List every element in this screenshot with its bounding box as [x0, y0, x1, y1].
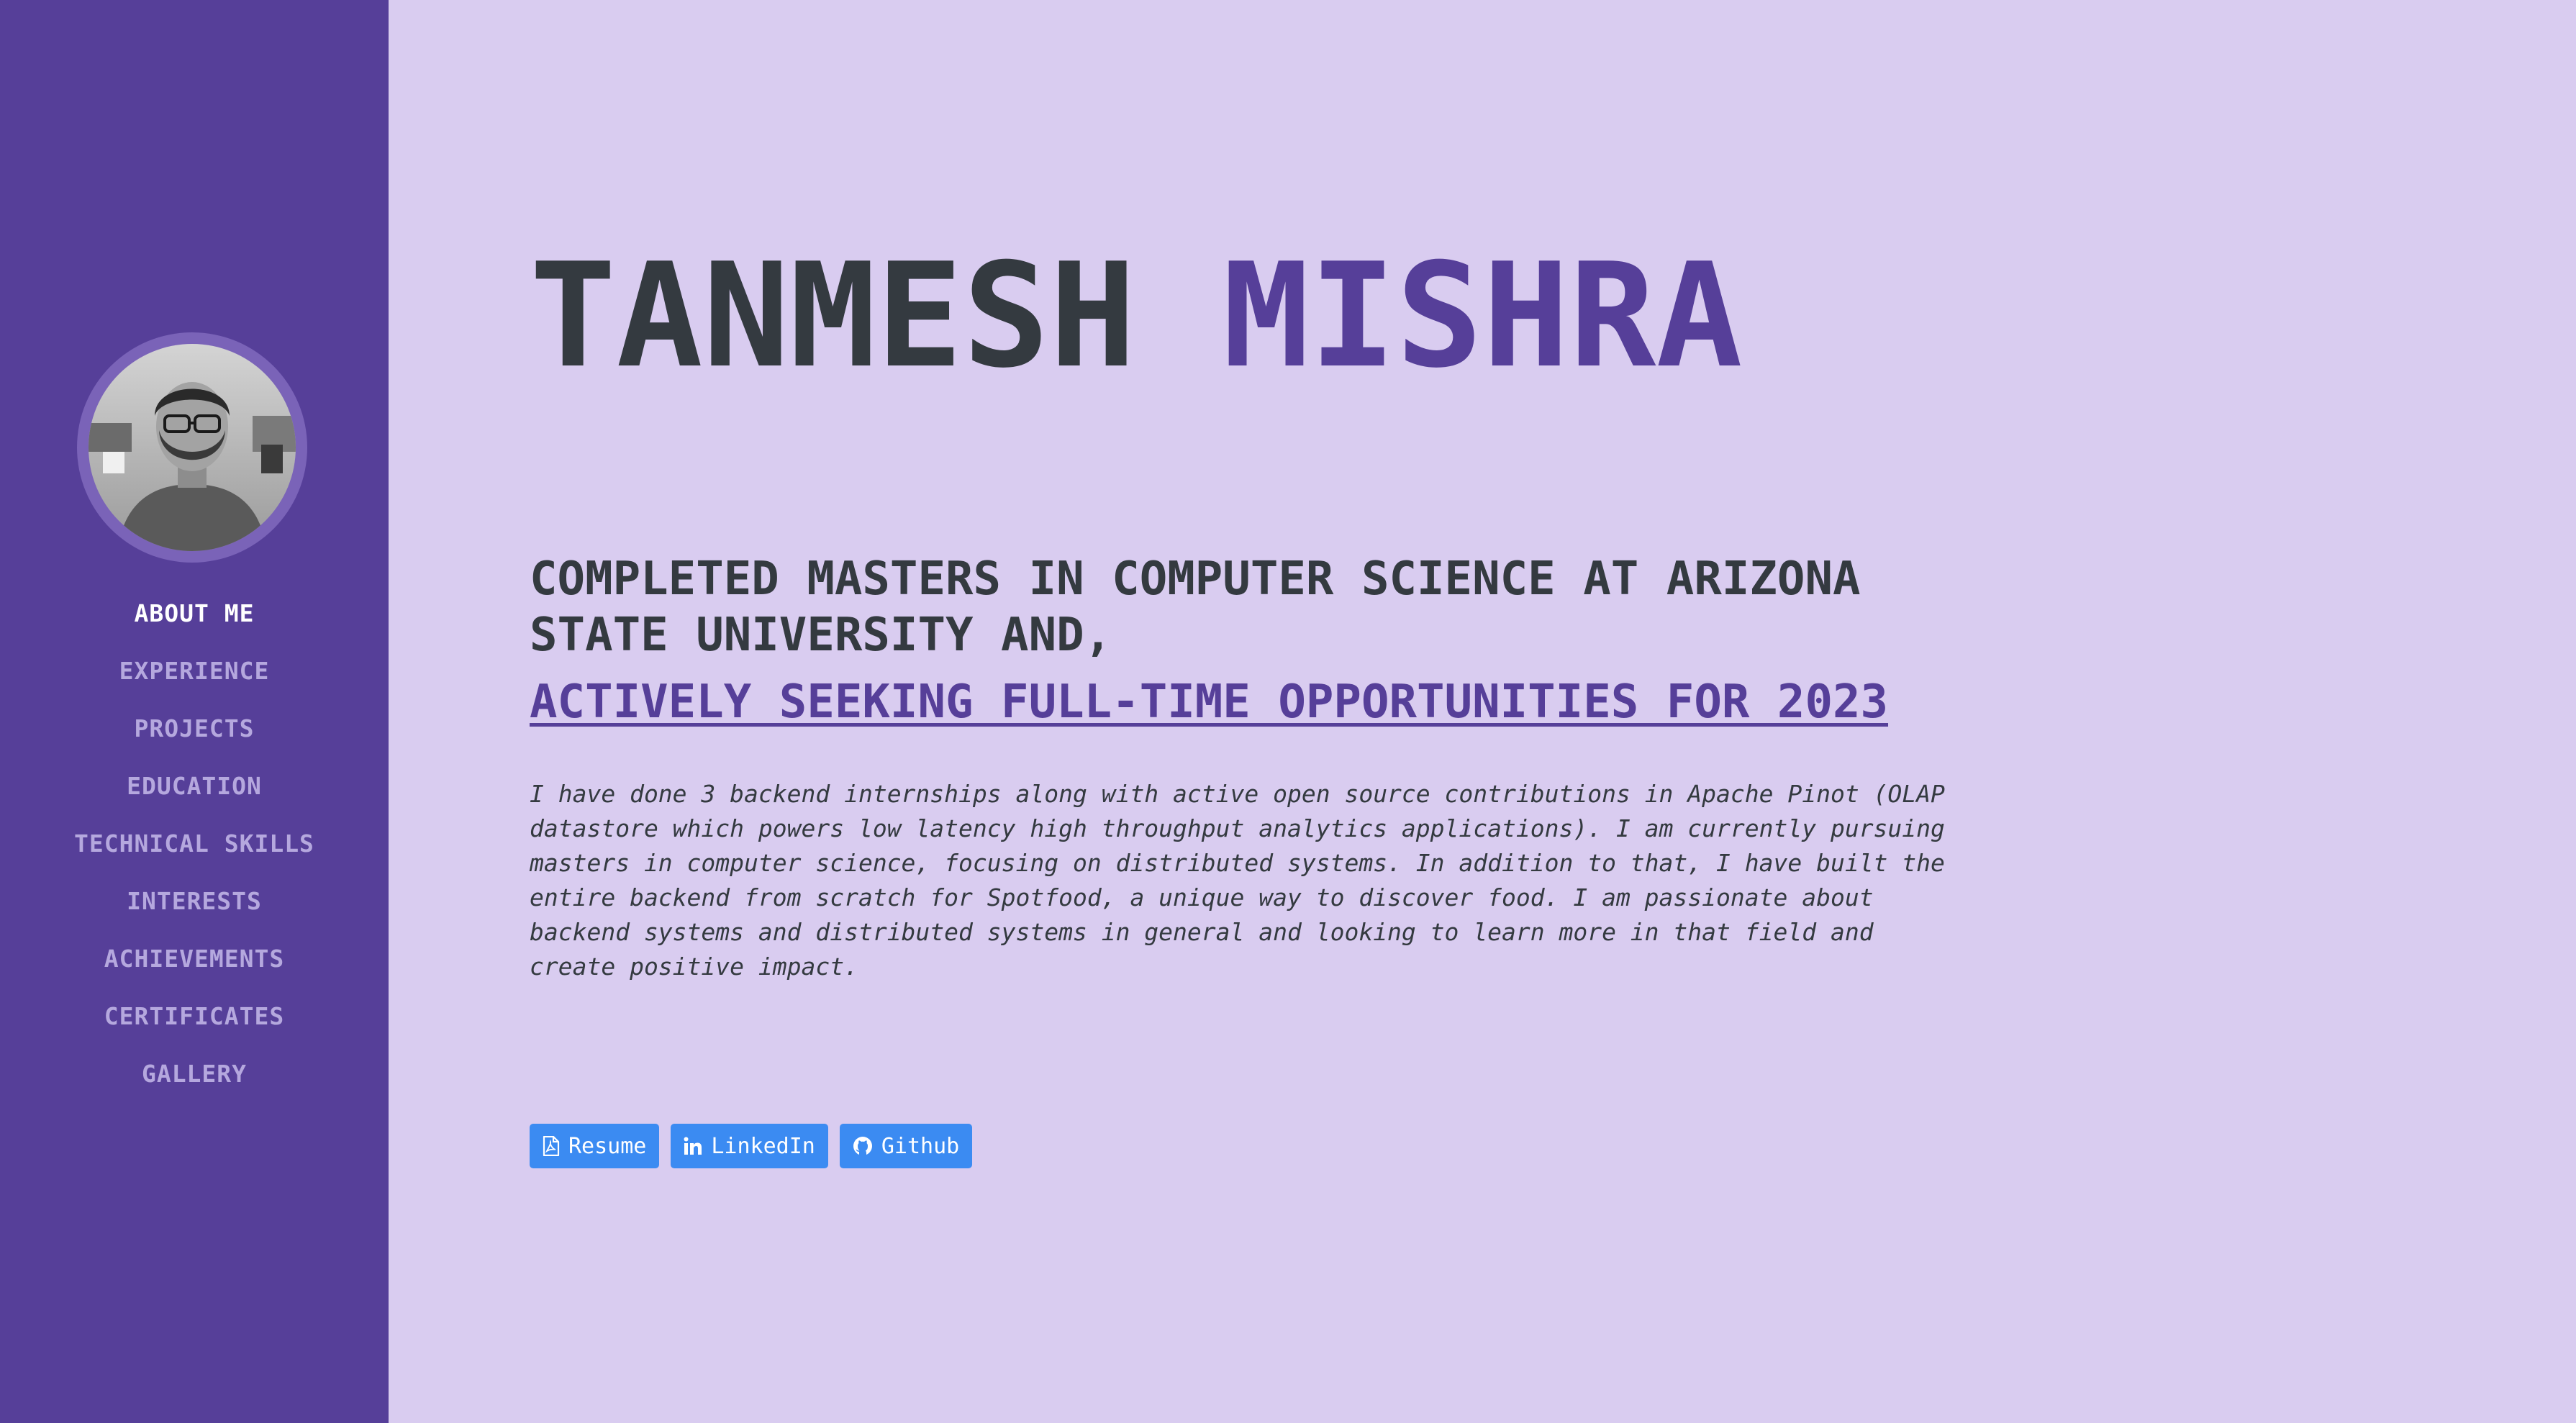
last-name: MISHRA — [1223, 232, 1743, 400]
subheading: COMPLETED MASTERS IN COMPUTER SCIENCE AT… — [530, 553, 1861, 662]
github-label: Github — [881, 1133, 960, 1159]
nav-item-certificates[interactable]: CERTIFICATES — [0, 993, 389, 1050]
resume-button[interactable]: Resume — [530, 1124, 660, 1168]
main-content: TANMESH MISHRA COMPLETED MASTERS IN COMP… — [389, 0, 2576, 1423]
sidebar-nav: ABOUT ME EXPERIENCE PROJECTS EDUCATION T… — [0, 590, 389, 1108]
nav-item-education[interactable]: EDUCATION — [0, 763, 389, 820]
nav-item-about-me[interactable]: ABOUT ME — [0, 590, 389, 647]
nav-item-achievements[interactable]: ACHIEVEMENTS — [0, 935, 389, 993]
linkedin-button[interactable]: LinkedIn — [671, 1124, 828, 1168]
linkedin-icon — [684, 1137, 702, 1155]
nav-item-experience[interactable]: EXPERIENCE — [0, 647, 389, 705]
sidebar: ABOUT ME EXPERIENCE PROJECTS EDUCATION T… — [0, 0, 389, 1423]
about-paragraph: I have done 3 backend internships along … — [530, 780, 1945, 981]
avatar — [77, 332, 307, 563]
github-button[interactable]: Github — [839, 1124, 973, 1168]
avatar-photo — [89, 344, 296, 551]
file-pdf-icon — [543, 1136, 560, 1156]
social-buttons: Resume LinkedIn Github — [530, 1124, 973, 1168]
nav-item-projects[interactable]: PROJECTS — [0, 705, 389, 763]
first-name: TANMESH — [530, 232, 1136, 400]
opportunities-link[interactable]: ACTIVELY SEEKING FULL-TIME OPPORTUNITIES… — [530, 674, 1888, 730]
github-icon — [853, 1136, 873, 1156]
linkedin-label: LinkedIn — [711, 1133, 815, 1159]
resume-label: Resume — [568, 1133, 647, 1159]
nav-item-technical-skills[interactable]: TECHNICAL SKILLS — [0, 820, 389, 878]
nav-item-gallery[interactable]: GALLERY — [0, 1050, 389, 1108]
nav-item-interests[interactable]: INTERESTS — [0, 878, 389, 935]
page-title: TANMESH MISHRA — [530, 237, 1743, 396]
page: ABOUT ME EXPERIENCE PROJECTS EDUCATION T… — [0, 0, 2576, 1423]
